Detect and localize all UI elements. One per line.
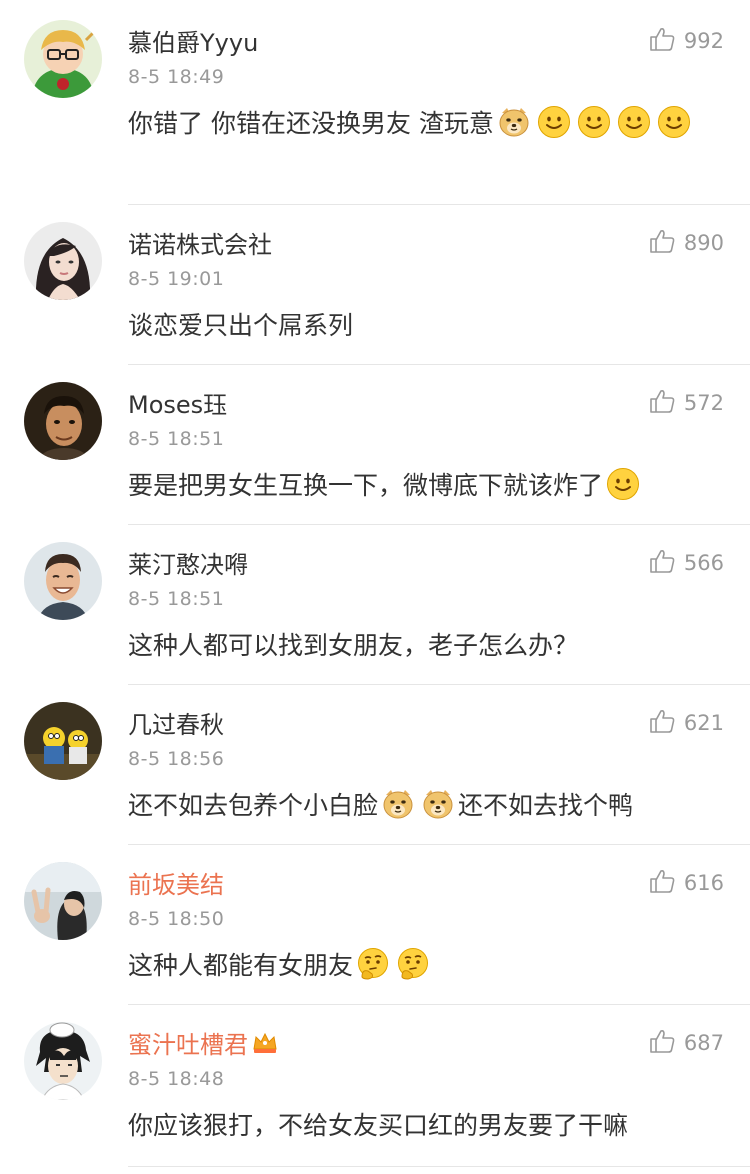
like-count: 687 <box>683 1031 724 1055</box>
smile-emoji-icon <box>577 105 611 139</box>
thumbs-up-icon[interactable] <box>648 547 684 580</box>
smile-emoji-icon <box>537 105 571 139</box>
comment-content: 要是把男女生互换一下，微博底下就该炸了 <box>128 466 708 506</box>
comment-time: 8-5 18:50 <box>128 908 225 930</box>
divider <box>128 1004 750 1005</box>
like-button[interactable]: 992 <box>648 26 724 56</box>
username-text[interactable]: 前坂美结 <box>128 871 224 899</box>
divider <box>128 1166 750 1167</box>
username[interactable]: 蜜汁吐槽君 <box>128 1030 278 1060</box>
like-count: 572 <box>683 391 724 415</box>
thumbs-up-icon[interactable] <box>648 227 684 260</box>
comment-content: 谈恋爱只出个屌系列 <box>128 306 708 346</box>
comment-text: 还不如去找个鸭 <box>458 791 634 820</box>
comment-time: 8-5 18:56 <box>128 748 225 770</box>
avatar-man-smile-icon[interactable] <box>24 542 102 620</box>
comment-content: 还不如去包养个小白脸 还不如去找个鸭 <box>128 786 708 826</box>
smile-emoji-icon <box>657 105 691 139</box>
thumbs-up-icon[interactable] <box>648 867 684 900</box>
like-button[interactable]: 566 <box>648 548 724 578</box>
comment-list: 慕伯爵Yyyu 8-5 18:49 992 你错了 你错在还没换男友 渣玩意 诺诺株式会… <box>0 0 750 1174</box>
like-button[interactable]: 890 <box>648 228 724 258</box>
username[interactable]: 诺诺株式会社 <box>128 230 272 260</box>
thumbs-up-icon[interactable] <box>648 387 684 420</box>
comment-content: 这种人都能有女朋友 <box>128 946 708 986</box>
like-count: 992 <box>683 29 724 53</box>
divider <box>128 684 750 685</box>
doge-emoji-icon <box>381 787 415 821</box>
like-count: 566 <box>683 551 724 575</box>
thinking-emoji-icon <box>356 947 390 981</box>
thumbs-up-icon[interactable] <box>648 1027 684 1060</box>
username-text[interactable]: 几过春秋 <box>128 711 224 739</box>
avatar-anime-boy-icon[interactable] <box>24 1022 102 1100</box>
like-button[interactable]: 621 <box>648 708 724 738</box>
comment-time: 8-5 18:51 <box>128 588 225 610</box>
smile-emoji-icon <box>606 467 640 501</box>
comment-text: 要是把男女生互换一下，微博底下就该炸了 <box>128 471 604 500</box>
comment-text: 还不如去包养个小白脸 <box>128 791 379 820</box>
comment-time: 8-5 19:01 <box>128 268 225 290</box>
doge-emoji-icon <box>421 787 455 821</box>
avatar-peace-sign-icon[interactable] <box>24 862 102 940</box>
like-button[interactable]: 687 <box>648 1028 724 1058</box>
comment-content: 你错了 你错在还没换男友 渣玩意 <box>128 104 708 144</box>
like-count: 616 <box>683 871 724 895</box>
avatar-man-dark-icon[interactable] <box>24 382 102 460</box>
username-text[interactable]: 莱汀憨决嘚 <box>128 551 248 579</box>
username[interactable]: 莱汀憨决嘚 <box>128 550 248 580</box>
vip-crown-icon <box>253 1032 277 1053</box>
username-text[interactable]: 慕伯爵Yyyu <box>128 29 258 57</box>
thumbs-up-icon[interactable] <box>648 707 684 740</box>
username-text[interactable]: 蜜汁吐槽君 <box>128 1031 248 1059</box>
avatar-green-hood-icon[interactable] <box>24 20 102 98</box>
comment-time: 8-5 18:51 <box>128 428 225 450</box>
username[interactable]: 慕伯爵Yyyu <box>128 28 258 58</box>
divider <box>128 364 750 365</box>
username-text[interactable]: 诺诺株式会社 <box>128 231 272 259</box>
thinking-emoji-icon <box>396 947 430 981</box>
divider <box>128 844 750 845</box>
smile-emoji-icon <box>617 105 651 139</box>
like-count: 890 <box>683 231 724 255</box>
thumbs-up-icon[interactable] <box>648 25 684 58</box>
like-button[interactable]: 572 <box>648 388 724 418</box>
username[interactable]: Moses珏 <box>128 390 227 420</box>
like-count: 621 <box>683 711 724 735</box>
comment-content: 这种人都可以找到女朋友，老子怎么办？ <box>128 626 708 666</box>
divider <box>128 524 750 525</box>
comment-content: 你应该狠打，不给女友买口红的男友要了干嘛 <box>128 1106 708 1146</box>
avatar-cartoon-icon[interactable] <box>24 702 102 780</box>
divider <box>128 204 750 205</box>
avatar-girl-icon[interactable] <box>24 222 102 300</box>
username[interactable]: 前坂美结 <box>128 870 224 900</box>
username-text[interactable]: Moses珏 <box>128 391 227 419</box>
doge-emoji-icon <box>497 105 531 139</box>
comment-text: 你应该狠打，不给女友买口红的男友要了干嘛 <box>128 1111 629 1140</box>
like-button[interactable]: 616 <box>648 868 724 898</box>
comment-time: 8-5 18:49 <box>128 66 225 88</box>
username[interactable]: 几过春秋 <box>128 710 224 740</box>
comment-text: 谈恋爱只出个屌系列 <box>128 311 354 340</box>
comment-text: 这种人都可以找到女朋友，老子怎么办？ <box>128 631 579 660</box>
comment-time: 8-5 18:48 <box>128 1068 225 1090</box>
comment-text: 你错了 你错在还没换男友 渣玩意 <box>128 109 494 138</box>
comment-text: 这种人都能有女朋友 <box>128 951 354 980</box>
